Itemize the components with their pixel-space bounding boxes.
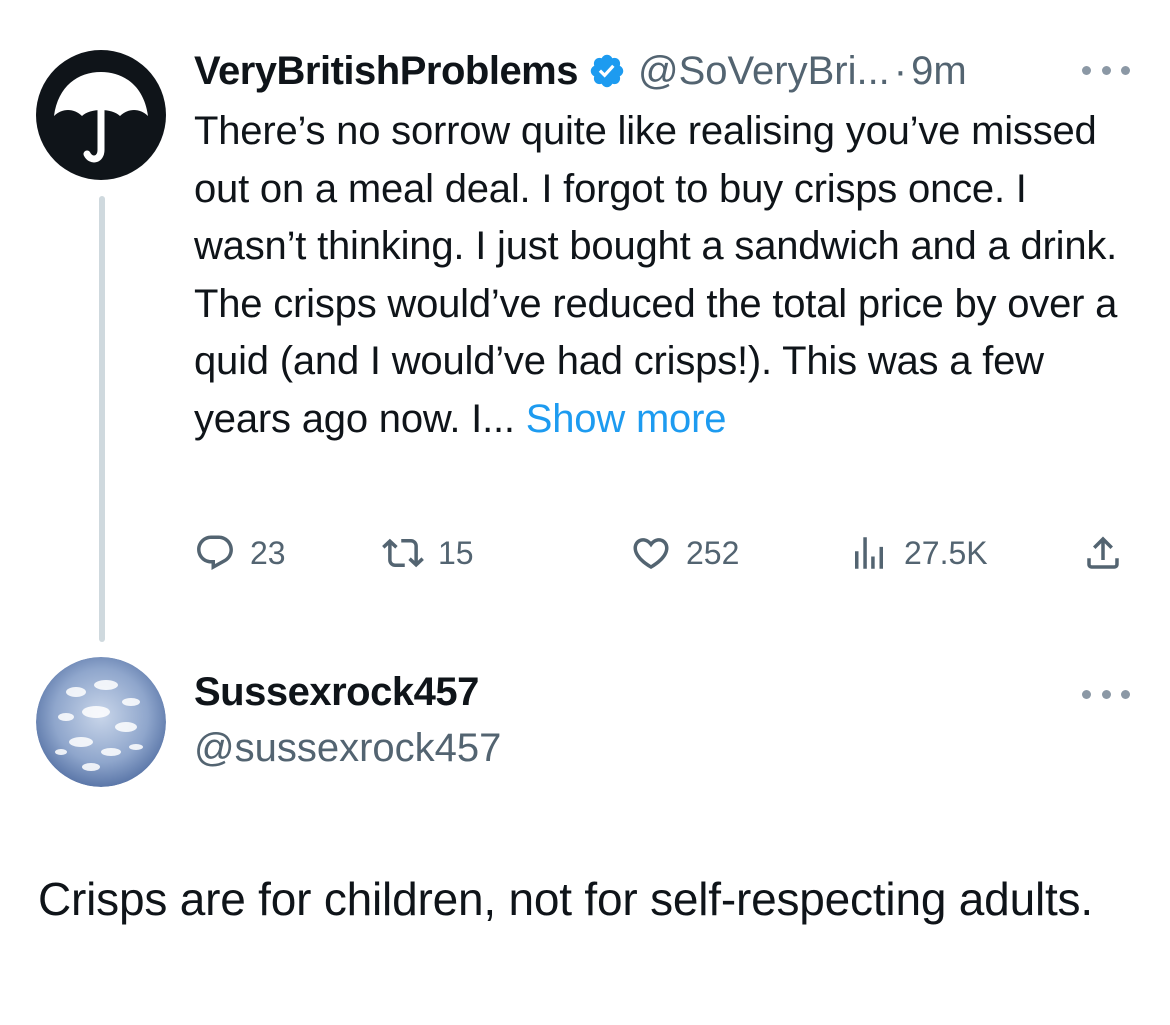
handle[interactable]: @SoVeryBri... <box>638 49 890 94</box>
show-more-link[interactable]: Show more <box>526 397 727 441</box>
views-count: 27.5K <box>904 534 988 571</box>
reply-icon <box>197 535 233 570</box>
tweet-actions: 23 15 252 27.5K <box>194 528 1134 578</box>
avatar-sussexrock457[interactable] <box>36 657 166 787</box>
separator-dot: · <box>893 48 908 93</box>
like-count: 252 <box>686 534 740 571</box>
heart-icon <box>633 538 669 570</box>
display-name[interactable]: VeryBritishProblems <box>194 49 579 94</box>
retweet-count: 15 <box>438 534 474 571</box>
reply-button[interactable]: 23 <box>194 528 286 578</box>
more-options-icon[interactable] <box>1082 60 1130 80</box>
tweet-text: There’s no sorrow quite like realising y… <box>194 103 1124 448</box>
reply-handle[interactable]: @sussexrock457 <box>194 726 501 771</box>
reply-display-name[interactable]: Sussexrock457 <box>194 670 479 715</box>
reply-more-options-icon[interactable] <box>1082 684 1130 704</box>
views-chart-icon <box>855 537 883 569</box>
sky-clouds-avatar <box>36 657 166 787</box>
reply-count: 23 <box>250 534 286 571</box>
thread-connector-line <box>99 196 105 642</box>
retweet-icon <box>382 538 424 568</box>
like-button[interactable]: 252 <box>630 528 739 578</box>
tweet-header: VeryBritishProblems @SoVeryBri... · 9m <box>194 46 967 96</box>
share-icon <box>1087 536 1119 569</box>
timestamp[interactable]: 9m <box>911 49 967 94</box>
retweet-button[interactable]: 15 <box>382 528 474 578</box>
share-button[interactable] <box>1082 528 1138 578</box>
avatar-verybritishproblems[interactable] <box>36 50 166 180</box>
tweet-text-content: There’s no sorrow quite like realising y… <box>194 109 1118 441</box>
verified-badge-icon[interactable] <box>588 52 626 90</box>
views-button[interactable]: 27.5K <box>848 528 988 578</box>
umbrella-icon <box>54 72 148 163</box>
reply-text: Crisps are for children, not for self-re… <box>38 873 1093 925</box>
